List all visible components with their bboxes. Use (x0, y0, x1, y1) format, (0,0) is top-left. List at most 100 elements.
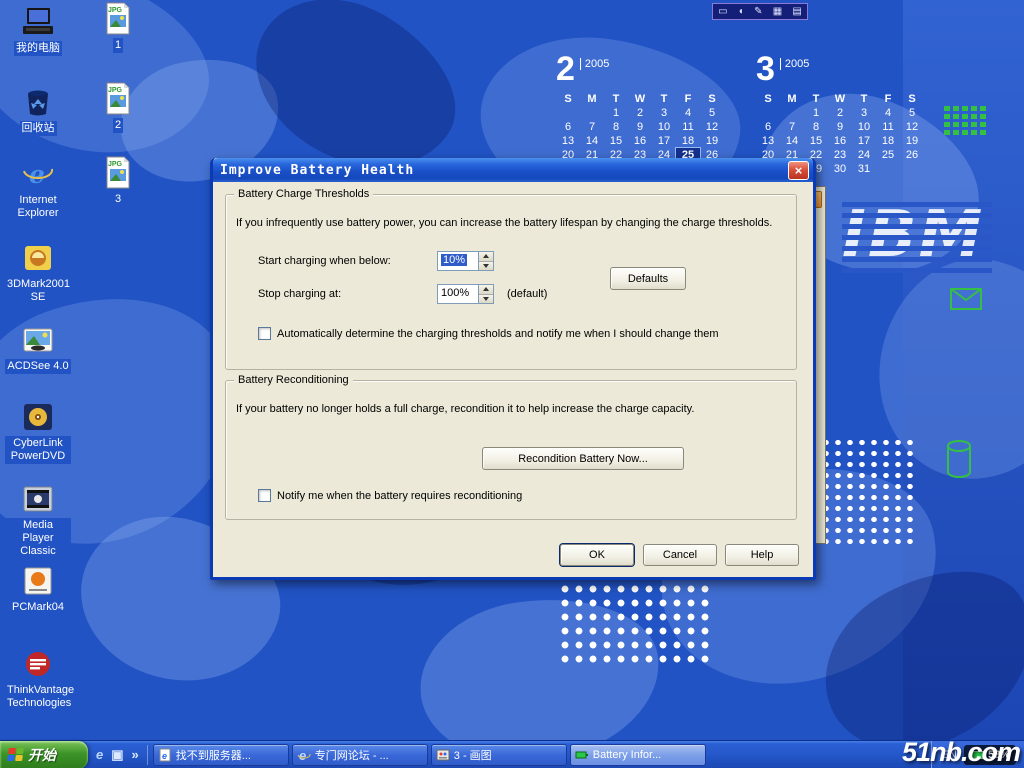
calendar-day-header: T (852, 92, 876, 106)
internet-explorer-icon[interactable]: e (96, 747, 103, 762)
spinner-up-button[interactable] (479, 252, 493, 262)
desktop-icon-powerdvd[interactable]: CyberLink PowerDVD (4, 400, 72, 464)
battery-icon (575, 748, 589, 762)
close-button[interactable]: × (788, 161, 809, 180)
calendar-day: 19 (700, 134, 724, 148)
calendar-day: 11 (876, 120, 900, 134)
cylinder-icon (946, 440, 972, 478)
desktop-icon-label: 回收站 (20, 121, 57, 136)
desktop-icon-jpg-2[interactable]: JPG 2 (94, 82, 142, 133)
recondition-battery-button[interactable]: Recondition Battery Now... (482, 447, 684, 470)
calendar-day: 14 (780, 134, 804, 148)
calendar-day: 14 (580, 134, 604, 148)
start-charging-value[interactable]: 10% (441, 254, 467, 266)
calendar-day: 18 (876, 134, 900, 148)
desktop-icon-thinkvantage[interactable]: ThinkVantage Technologies (4, 647, 72, 711)
calendar-day: 8 (604, 120, 628, 134)
calendar-day-header: W (828, 92, 852, 106)
desktop-icon-label: Media Player Classic (5, 518, 71, 560)
desktop-icon-label: 我的电脑 (14, 41, 62, 56)
pcmark-icon (22, 564, 54, 597)
paint-icon (436, 748, 450, 762)
desktop-icon-3dmark2001[interactable]: 3DMark2001 SE (4, 241, 72, 305)
task-button-ie-forum[interactable]: e 专门网论坛 - ... (292, 744, 428, 766)
show-desktop-icon[interactable]: ▣ (111, 747, 123, 763)
calendar-day: 16 (828, 134, 852, 148)
start-charging-label: Start charging when below: (258, 255, 391, 267)
calendar-day: 15 (604, 134, 628, 148)
reconditioning-description: If your battery no longer holds a full c… (236, 403, 790, 415)
start-button[interactable]: 开始 (0, 741, 88, 768)
taskbar-separator (147, 745, 148, 765)
calendar-day: 13 (556, 134, 580, 148)
ok-button[interactable]: OK (560, 544, 634, 566)
calendar-day: 9 (628, 120, 652, 134)
calendar-day-header: T (604, 92, 628, 106)
dialog-title: Improve Battery Health (220, 163, 788, 178)
jpg-file-icon: JPG (103, 82, 133, 115)
desktop-icon-media-player-classic[interactable]: Media Player Classic (4, 482, 72, 560)
calendar-day: 23 (828, 148, 852, 162)
calendar-day: 10 (652, 120, 676, 134)
spinner-down-button[interactable] (479, 262, 493, 271)
calendar-day: 4 (676, 106, 700, 120)
desktop-icon-internet-explorer[interactable]: e Internet Explorer (4, 157, 72, 221)
auto-determine-label: Automatically determine the charging thr… (277, 328, 718, 340)
notify-recondition-label: Notify me when the battery requires reco… (277, 490, 522, 502)
notes-icon[interactable]: ▤ (792, 7, 801, 17)
defaults-button[interactable]: Defaults (610, 267, 686, 290)
calendar-day: 17 (652, 134, 676, 148)
calendar-day: 17 (852, 134, 876, 148)
calendar-day (556, 106, 580, 120)
group-title: Battery Reconditioning (234, 374, 353, 386)
calendar-day-header: T (804, 92, 828, 106)
calendar-day: 3 (652, 106, 676, 120)
desktop-icon-my-computer[interactable]: 我的电脑 (4, 5, 72, 56)
desktop-icon-jpg-3[interactable]: JPG 3 (94, 156, 142, 207)
calendar-day: 7 (780, 120, 804, 134)
calendar-day-header: W (628, 92, 652, 106)
calendar-day-header: S (700, 92, 724, 106)
chevron-more-icon[interactable]: » (132, 747, 139, 762)
desktop-icon-recycle-bin[interactable]: 回收站 (4, 85, 72, 136)
calendar-day-header: F (676, 92, 700, 106)
auto-determine-checkbox[interactable] (258, 327, 271, 340)
calendar-day: 18 (676, 134, 700, 148)
task-button-battery-information[interactable]: Battery Infor... (570, 744, 706, 766)
calendar-day-header: S (556, 92, 580, 106)
pen-icon[interactable]: ✎ (754, 7, 762, 17)
grid-icon[interactable]: ▦ (773, 7, 782, 17)
volume-icon[interactable]: ◖ (738, 7, 744, 17)
start-charging-spinner[interactable]: 10% (437, 251, 494, 271)
ibm-logo: IBM (842, 196, 992, 276)
calendar-day: 6 (556, 120, 580, 134)
taskbar: 开始 e ▣ » e 找不到服务器... e 专门网论坛 - ... 3 - 画… (0, 740, 1024, 768)
calendar-month-numeral: 2 (556, 52, 575, 86)
desktop-icon-pcmark04[interactable]: PCMark04 (4, 564, 72, 615)
help-button[interactable]: Help (725, 544, 799, 566)
spinner-up-button[interactable] (479, 285, 493, 295)
cancel-button[interactable]: Cancel (643, 544, 717, 566)
calendar-day: 30 (828, 162, 852, 176)
tablet-icon[interactable]: ▭ (718, 7, 727, 17)
desktop-icon-jpg-1[interactable]: JPG 1 (94, 2, 142, 53)
stop-charging-value[interactable]: 100% (438, 285, 478, 303)
media-player-classic-icon (22, 482, 54, 515)
task-button-ie-server[interactable]: e 找不到服务器... (153, 744, 289, 766)
svg-text:e: e (29, 160, 45, 189)
start-label: 开始 (28, 745, 56, 765)
calendar-day: 5 (900, 106, 924, 120)
calendar-day (580, 106, 604, 120)
calendar-day-header: S (756, 92, 780, 106)
stop-charging-spinner[interactable]: 100% (437, 284, 494, 304)
dialog-titlebar[interactable]: Improve Battery Health × (213, 158, 813, 182)
svg-text:e: e (299, 748, 306, 762)
notify-recondition-checkbox[interactable] (258, 489, 271, 502)
desktop-icon-acdsee[interactable]: ACDSee 4.0 (4, 323, 72, 374)
task-button-paint[interactable]: 3 - 画图 (431, 744, 567, 766)
calendar-day-header: T (652, 92, 676, 106)
battery-reconditioning-group: Battery Reconditioning If your battery n… (225, 380, 797, 520)
recycle-bin-icon (22, 85, 54, 118)
group-title: Battery Charge Thresholds (234, 188, 373, 200)
spinner-down-button[interactable] (479, 295, 493, 304)
